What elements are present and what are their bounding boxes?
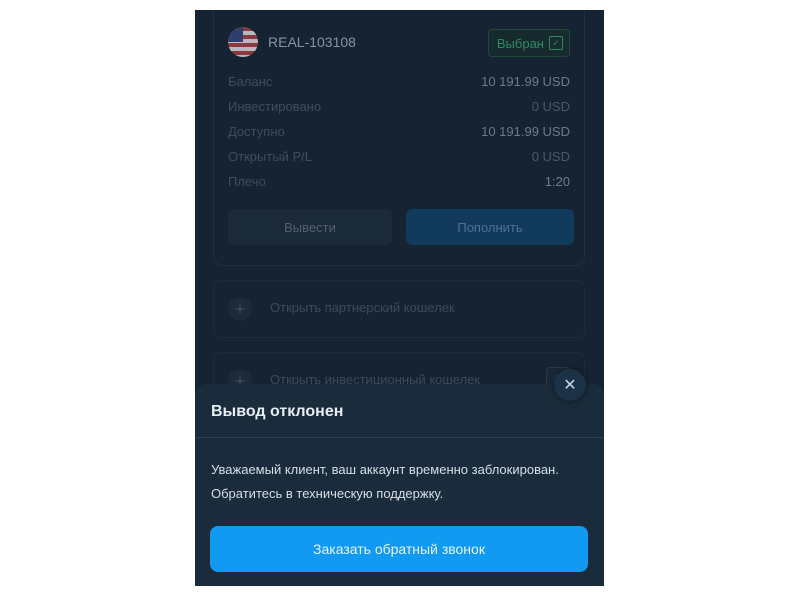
us-flag-icon xyxy=(228,27,258,57)
deposit-button[interactable]: Пополнить xyxy=(406,209,574,245)
available-label: Доступно xyxy=(228,124,285,139)
invested-label: Инвестировано xyxy=(228,99,322,114)
leverage-value: 1:20 xyxy=(544,174,570,189)
invested-value: 0 USD xyxy=(531,99,570,114)
dialog-message-line-2: Обратитесь в техническую поддержку. xyxy=(211,486,444,501)
open-pl-label: Открытый P/L xyxy=(228,149,313,164)
check-icon: ✓ xyxy=(549,36,563,50)
account-id: REAL-103108 xyxy=(268,34,356,50)
dialog-message: Уважаемый клиент, ваш аккаунт временно з… xyxy=(211,458,591,506)
balance-row: Баланс 10 191.99 USD xyxy=(228,74,570,92)
invested-row: Инвестировано 0 USD xyxy=(228,99,570,117)
available-row: Доступно 10 191.99 USD xyxy=(228,124,570,142)
request-callback-button[interactable]: Заказать обратный звонок xyxy=(210,526,588,572)
app-screen: REAL-103108 Выбран ✓ Баланс 10 191.99 US… xyxy=(195,10,604,586)
open-pl-value: 0 USD xyxy=(531,149,570,164)
plus-icon: + xyxy=(228,297,252,321)
dialog-title: Вывод отклонен xyxy=(211,403,344,420)
divider xyxy=(195,437,604,438)
open-partner-wallet-item[interactable]: + Открыть партнерский кошелек xyxy=(213,280,585,338)
balance-label: Баланс xyxy=(228,74,273,89)
close-icon[interactable]: ✕ xyxy=(554,369,586,401)
account-card: REAL-103108 Выбран ✓ Баланс 10 191.99 US… xyxy=(213,10,585,266)
selected-label: Выбран xyxy=(496,35,544,51)
open-pl-row: Открытый P/L 0 USD xyxy=(228,149,570,167)
withdrawal-rejected-dialog: Вывод отклонен Уважаемый клиент, ваш акк… xyxy=(195,384,604,586)
leverage-row: Плечо 1:20 xyxy=(228,174,570,192)
balance-value: 10 191.99 USD xyxy=(481,74,570,89)
leverage-label: Плечо xyxy=(228,174,266,189)
withdraw-button[interactable]: Вывести xyxy=(228,209,392,245)
dialog-message-line-1: Уважаемый клиент, ваш аккаунт временно з… xyxy=(211,462,559,477)
available-value: 10 191.99 USD xyxy=(481,124,570,139)
partner-wallet-label: Открыть партнерский кошелек xyxy=(270,300,455,315)
selected-badge[interactable]: Выбран ✓ xyxy=(487,29,570,57)
